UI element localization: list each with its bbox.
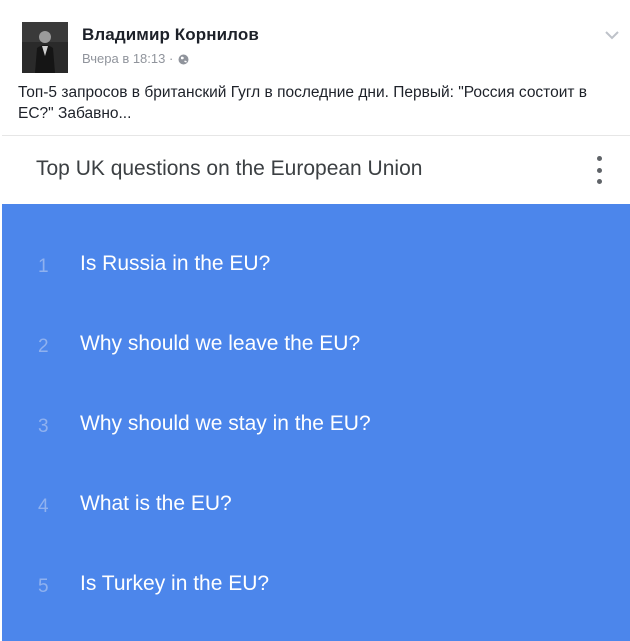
list-item[interactable]: 1 Is Russia in the EU? [2,238,630,298]
rank-number: 4 [38,496,49,517]
rank-number: 5 [38,576,49,597]
more-vert-icon[interactable] [594,156,604,184]
question-text: Why should we stay in the EU? [80,412,371,435]
avatar[interactable] [22,22,68,73]
rank-number: 2 [38,336,49,357]
post-header: Владимир Корнилов Вчера в 18:13 · [0,0,630,80]
question-text: Is Russia in the EU? [80,252,271,275]
globe-icon [178,53,189,65]
list-item[interactable]: 2 Why should we leave the EU? [2,318,630,378]
trends-card: Top UK questions on the European Union 1… [2,135,630,641]
post-meta: Вчера в 18:13 · [82,51,189,66]
question-text: What is the EU? [80,492,232,515]
list-item[interactable]: 4 What is the EU? [2,478,630,538]
chevron-down-icon[interactable] [604,28,620,40]
post-text: Топ-5 запросов в британский Гугл в после… [18,84,588,122]
author-name[interactable]: Владимир Корнилов [82,25,259,45]
card-header: Top UK questions on the European Union [2,136,630,203]
rank-number: 1 [38,256,49,277]
questions-list: 1 Is Russia in the EU? 2 Why should we l… [2,204,630,641]
question-text: Is Turkey in the EU? [80,572,270,595]
card-title: Top UK questions on the European Union [36,157,423,180]
list-item[interactable]: 3 Why should we stay in the EU? [2,398,630,458]
question-text: Why should we leave the EU? [80,332,361,355]
rank-number: 3 [38,416,49,437]
list-item[interactable]: 5 Is Turkey in the EU? [2,558,630,618]
timestamp[interactable]: Вчера в 18:13 · [82,51,173,66]
